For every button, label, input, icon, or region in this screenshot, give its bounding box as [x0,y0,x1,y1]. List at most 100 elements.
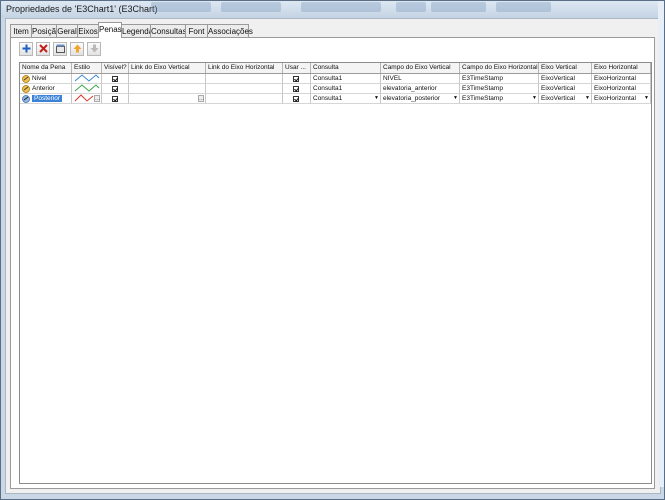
link-h-cell[interactable] [206,74,283,84]
pen-style-line-icon [74,74,100,82]
tab-item[interactable]: Item [10,24,32,37]
usar-checkbox[interactable] [293,86,299,92]
usar-cell [283,84,311,94]
eixo-v-cell[interactable]: EixoVertical ▼ [539,94,592,104]
campo-h-value: E3TimeStamp [462,95,503,102]
campo-v-cell[interactable]: elevatoria_posterior ▼ [381,94,460,104]
visible-checkbox[interactable] [112,86,118,92]
link-h-cell[interactable] [206,84,283,94]
column-header-link-eixo-vertical[interactable]: Link do Eixo Vertical [129,63,206,73]
pen-style-cell[interactable] [72,84,102,94]
chevron-down-icon[interactable]: ▼ [532,95,537,102]
column-header-nome-da-pena[interactable]: Nome da Pena [20,63,72,73]
tab-font[interactable]: Font [185,24,208,37]
column-header-usar[interactable]: Usar ... [283,63,311,73]
tab-legenda[interactable]: Legenda [121,24,153,37]
consulta-cell[interactable]: Consulta1 [311,84,381,94]
campo-h-cell[interactable]: E3TimeStamp [460,84,539,94]
pens-grid: Nome da Pena Estilo Visível? Link do Eix… [19,62,652,484]
move-down-button[interactable] [87,42,101,56]
pen-name-cell[interactable]: Posterior [20,94,72,104]
title-bar[interactable]: Propriedades de 'E3Chart1' (E3Chart) [1,1,664,18]
chevron-down-icon[interactable]: ▼ [374,95,379,102]
link-h-cell[interactable] [206,94,283,104]
column-header-eixo-vertical[interactable]: Eixo Vertical [539,63,592,73]
pen-name: Posterior [32,95,63,102]
campo-v-cell[interactable]: NIVEL [381,74,460,84]
delete-icon [38,40,48,58]
campo-h-cell[interactable]: E3TimeStamp [460,74,539,84]
eixo-v-cell[interactable]: EixoVertical [539,74,592,84]
link-v-picker-button[interactable]: … [198,95,204,102]
visible-checkbox[interactable] [112,76,118,82]
pen-icon [22,95,30,103]
campo-h-cell[interactable]: E3TimeStamp ▼ [460,94,539,104]
dialog-client: Item Posição Geral Eixos Penas Legenda C… [5,18,661,494]
tab-geral[interactable]: Geral [56,24,78,37]
tab-associacoes[interactable]: Associações [207,24,253,37]
link-v-cell[interactable] [129,74,206,84]
usar-cell [283,74,311,84]
usar-checkbox[interactable] [293,76,299,82]
chevron-down-icon[interactable]: ▼ [585,95,590,102]
column-header-campo-eixo-vertical[interactable]: Campo do Eixo Vertical [381,63,460,73]
table-row[interactable]: Nivel Consulta1 NIVEL E3TimeStamp EixoVe… [20,74,651,84]
window-right-edge [658,1,664,487]
chevron-down-icon[interactable]: ▼ [644,95,649,102]
column-header-visivel[interactable]: Visível? [102,63,129,73]
properties-icon [55,40,65,58]
visible-checkbox[interactable] [112,96,118,102]
consulta-value: Consulta1 [313,95,343,102]
tab-eixos[interactable]: Eixos [77,24,99,37]
link-v-cell[interactable]: … [129,94,206,104]
eixo-h-cell[interactable]: EixoHorizontal [592,74,651,84]
style-picker-button[interactable]: … [94,95,100,102]
usar-cell [283,94,311,104]
consulta-cell[interactable]: Consulta1 [311,74,381,84]
move-up-button[interactable] [70,42,84,56]
visible-cell [102,94,129,104]
campo-v-cell[interactable]: elevatoria_anterior [381,84,460,94]
usar-checkbox[interactable] [293,96,299,102]
background-taskbar-ghost [431,2,486,12]
table-row[interactable]: Anterior Consulta1 elevatoria_anterior E… [20,84,651,94]
tab-consultas[interactable]: Consultas [150,24,187,37]
pen-icon [22,75,30,83]
tab-penas[interactable]: Penas [98,22,122,38]
background-taskbar-ghost [496,2,551,12]
penas-panel: Nome da Pena Estilo Visível? Link do Eix… [10,37,655,489]
pen-style-line-icon [74,84,100,92]
background-taskbar-ghost [301,2,381,12]
pen-name-cell[interactable]: Nivel [20,74,72,84]
tab-posicao[interactable]: Posição [31,24,60,37]
table-row[interactable]: Posterior … … Consulta1 ▼ elevatoria_pos… [20,94,651,104]
properties-window: Propriedades de 'E3Chart1' (E3Chart) Ite… [0,0,665,500]
consulta-cell[interactable]: Consulta1 ▼ [311,94,381,104]
eixo-h-value: EixoHorizontal [594,95,636,102]
pen-name-cell[interactable]: Anterior [20,84,72,94]
pen-style-cell[interactable]: … [72,94,102,104]
background-taskbar-ghost [221,2,281,12]
column-header-estilo[interactable]: Estilo [72,63,102,73]
delete-pen-button[interactable] [36,42,50,56]
add-icon [22,40,31,58]
window-title: Propriedades de 'E3Chart1' (E3Chart) [6,4,158,14]
eixo-v-cell[interactable]: EixoVertical [539,84,592,94]
background-taskbar-ghost [396,2,426,12]
pen-style-cell[interactable] [72,74,102,84]
grid-header: Nome da Pena Estilo Visível? Link do Eix… [20,63,651,74]
link-v-cell[interactable] [129,84,206,94]
eixo-h-cell[interactable]: EixoHorizontal ▼ [592,94,651,104]
column-header-campo-eixo-horizontal[interactable]: Campo do Eixo Horizontal [460,63,539,73]
column-header-link-eixo-horizontal[interactable]: Link do Eixo Horizontal [206,63,283,73]
campo-v-value: elevatoria_posterior [383,95,441,102]
add-pen-button[interactable] [19,42,33,56]
move-up-icon [73,40,82,58]
column-header-eixo-horizontal[interactable]: Eixo Horizontal [592,63,651,73]
visible-cell [102,74,129,84]
pen-style-line-icon [74,94,94,102]
column-header-consulta[interactable]: Consulta [311,63,381,73]
pen-properties-button[interactable] [53,42,67,56]
eixo-h-cell[interactable]: EixoHorizontal [592,84,651,94]
chevron-down-icon[interactable]: ▼ [453,95,458,102]
